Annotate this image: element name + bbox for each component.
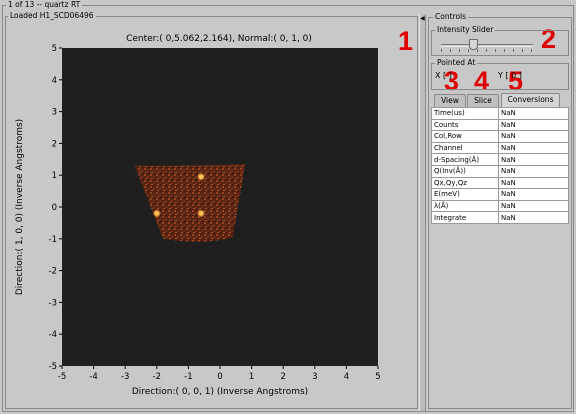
table-row[interactable]: Integrate NaN <box>431 211 569 224</box>
x-tick-label: -3 <box>121 372 129 382</box>
bragg-peak-core <box>199 175 203 179</box>
intensity-slider-thumb[interactable] <box>468 39 478 50</box>
conversions-table: Time(us) NaN Counts NaN Col,Row NaN Channel… <box>431 107 569 224</box>
row-value: NaN <box>498 130 569 143</box>
row-name: Col,Row <box>431 130 499 143</box>
row-value: NaN <box>498 176 569 190</box>
y-tick-label: -1 <box>49 235 57 245</box>
table-row[interactable]: Channel NaN <box>431 141 569 155</box>
y-tick-label: 0 <box>52 203 57 213</box>
table-row[interactable]: Counts NaN <box>431 118 569 132</box>
x-tick-label: 5 <box>375 372 380 382</box>
x-tick-label: 2 <box>280 372 285 382</box>
table-row[interactable]: E(meV) NaN <box>431 188 569 201</box>
x-axis-label: Direction:( 0, 0, 1) (Inverse Angstroms) <box>132 387 308 397</box>
table-row[interactable]: λ(Å) NaN <box>431 199 569 213</box>
y-tick-label: 5 <box>52 44 57 54</box>
x-tick-label: 1 <box>249 372 254 382</box>
pointed-y-value: Y [ 0 ] <box>498 71 522 80</box>
x-tick-label: 4 <box>344 372 349 382</box>
y-tick-label: 3 <box>52 108 57 118</box>
intensity-slider-ticks <box>441 49 533 52</box>
row-value: NaN <box>498 141 569 155</box>
x-tick-label: -2 <box>153 372 161 382</box>
callout-1: 1 <box>398 26 414 56</box>
bragg-peak-core <box>199 211 203 215</box>
row-name: Counts <box>431 118 499 132</box>
row-value: NaN <box>498 153 569 166</box>
x-tick-label: 0 <box>217 372 222 382</box>
tab-slice[interactable]: Slice <box>467 94 499 107</box>
row-name: Q(Inv(Å)) <box>431 164 499 178</box>
row-name: Time(us) <box>431 107 499 120</box>
pointed-x-value: X [ ] <box>435 71 452 80</box>
y-axis-label: Direction:( 1, 0, 0) (Inverse Angstroms) <box>15 119 25 295</box>
table-row[interactable]: Q(Inv(Å)) NaN <box>431 164 569 178</box>
row-name: Qx,Qy,Qz <box>431 176 499 190</box>
row-value: NaN <box>498 107 569 120</box>
bragg-peak-core <box>155 211 159 215</box>
row-name: Integrate <box>431 211 499 224</box>
table-row[interactable]: Qx,Qy,Qz NaN <box>431 176 569 190</box>
pointed-at-label: Pointed At <box>435 58 478 67</box>
intensity-slider-track[interactable] <box>441 44 533 47</box>
tab-view[interactable]: View <box>434 94 466 107</box>
y-tick-label: -2 <box>49 267 57 277</box>
x-tick-label: -4 <box>89 372 97 382</box>
row-value: NaN <box>498 118 569 132</box>
y-tick-label: -3 <box>49 298 57 308</box>
row-value: NaN <box>498 164 569 178</box>
table-row[interactable]: Col,Row NaN <box>431 130 569 143</box>
controls-title: Controls <box>433 12 469 21</box>
table-row[interactable]: d-Spacing(Å) NaN <box>431 153 569 166</box>
x-tick-label: 3 <box>312 372 317 382</box>
row-name: λ(Å) <box>431 199 499 213</box>
y-tick-label: 1 <box>52 171 57 181</box>
intensity-slider-label: Intensity Slider <box>435 25 496 34</box>
table-row[interactable]: Time(us) NaN <box>431 107 569 120</box>
y-tick-label: -4 <box>49 330 57 340</box>
y-tick-label: 2 <box>52 139 57 149</box>
row-value: NaN <box>498 188 569 201</box>
tab-conversions[interactable]: Conversions <box>501 93 560 107</box>
y-tick-label: -5 <box>49 362 57 372</box>
y-tick-label: 4 <box>52 76 57 86</box>
row-name: Channel <box>431 141 499 155</box>
x-tick-label: -1 <box>184 372 192 382</box>
x-tick-label: -5 <box>58 372 66 382</box>
row-value: NaN <box>498 199 569 213</box>
row-name: E(meV) <box>431 188 499 201</box>
row-name: d-Spacing(Å) <box>431 153 499 166</box>
row-value: NaN <box>498 211 569 224</box>
